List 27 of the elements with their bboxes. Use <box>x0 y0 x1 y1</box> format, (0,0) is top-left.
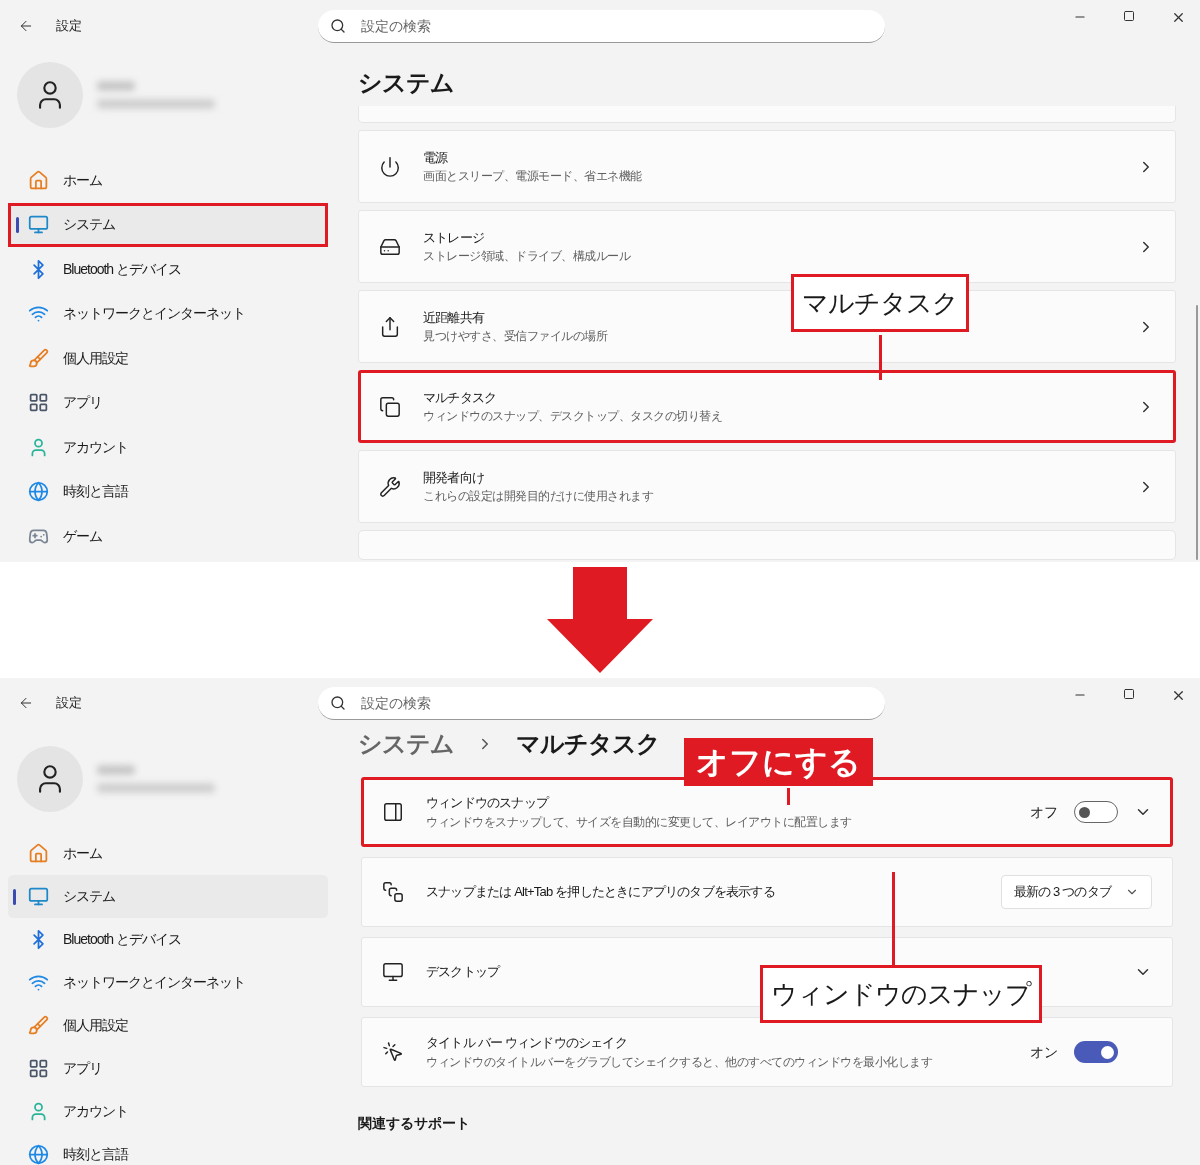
card-title: ストレージ <box>423 228 484 247</box>
card-title: 電源 <box>423 148 448 167</box>
card-subtitle: 画面とスリープ、電源モード、省エネ機能 <box>423 168 642 186</box>
page-title: システム <box>358 68 454 98</box>
card-subtitle: これらの設定は開発目的だけに使用されます <box>423 488 653 506</box>
card-title: 開発者向け <box>423 468 484 487</box>
annotation-tooltip: マルチタスク <box>791 274 969 332</box>
card-title: マルチタスク <box>423 388 497 407</box>
annotation-tooltip: オフにする <box>684 738 873 786</box>
toggle-state-label: オン <box>1030 1042 1058 1062</box>
card-title: スナップまたは Alt+Tab を押したときにアプリのタブを表示する <box>426 883 775 902</box>
card-subtitle: ストレージ領域、ドライブ、構成ルール <box>423 248 630 266</box>
card-subtitle: ウィンドウのタイトルバーをグラブしてシェイクすると、他のすべてのウィンドウを最小化します <box>426 1053 932 1071</box>
app-title: 設定 <box>56 694 82 713</box>
toggle-state-label: オフ <box>1030 802 1058 822</box>
card-title: タイトル バー ウィンドウのシェイク <box>426 1034 627 1053</box>
card-title: 近距離共有 <box>423 308 484 327</box>
page-title: システム <box>358 729 454 759</box>
card-title: ウィンドウのスナップ <box>426 794 548 813</box>
section-heading: 関連するサポート <box>358 1114 471 1133</box>
card-subtitle: 見つけやすさ、受信ファイルの場所 <box>423 328 607 346</box>
annotation-tooltip: ウィンドウのスナップ <box>760 965 1042 1023</box>
card-title: デスクトップ <box>426 963 500 982</box>
card-subtitle: ウィンドウをスナップして、サイズを自動的に変更して、レイアウトに配置します <box>426 813 852 831</box>
card-subtitle: ウィンドウのスナップ、デスクトップ、タスクの切り替え <box>423 408 722 426</box>
page-title: マルチタスク <box>516 729 660 759</box>
app-title: 設定 <box>56 17 82 36</box>
